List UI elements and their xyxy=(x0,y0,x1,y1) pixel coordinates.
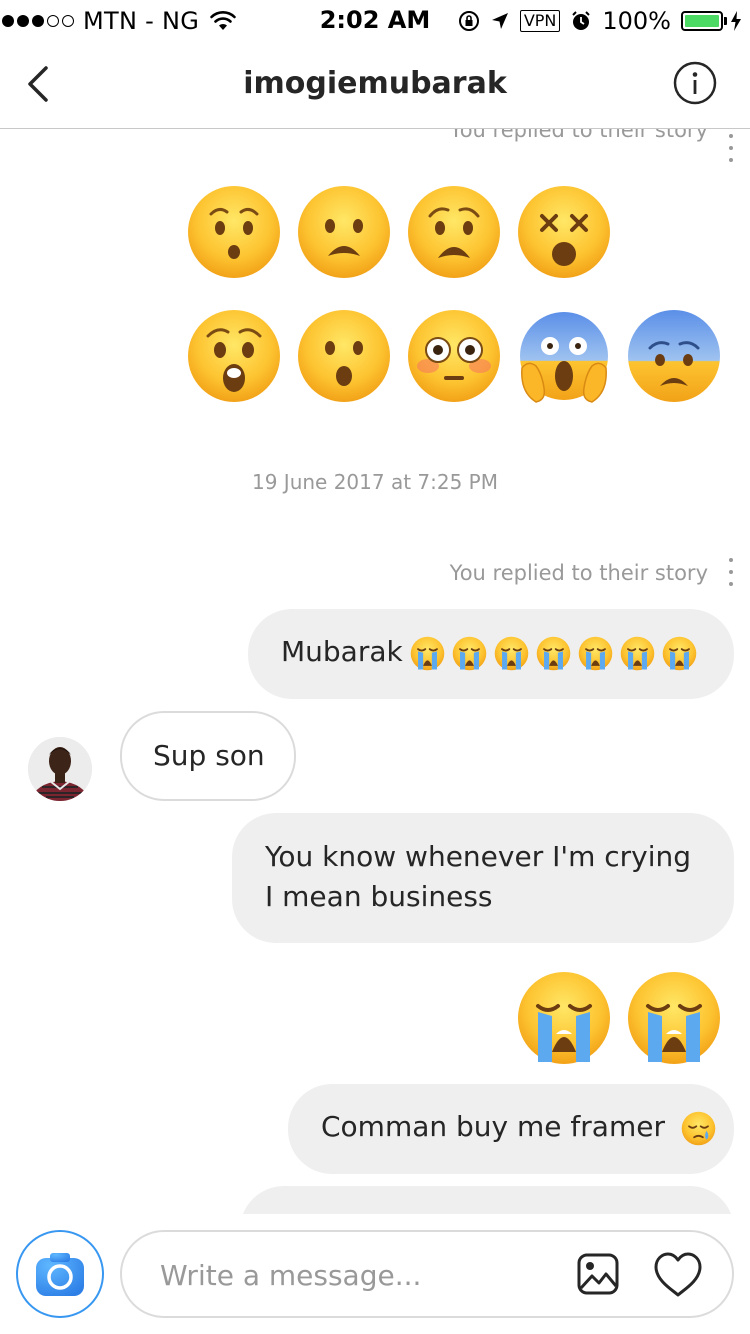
crying-emoji-icon xyxy=(578,636,613,670)
message-text: You know whenever I'm crying I mean busi… xyxy=(265,840,692,913)
vpn-badge: VPN xyxy=(519,10,561,32)
crying-emoji-icon xyxy=(662,636,697,670)
camera-icon xyxy=(36,1253,84,1296)
hushed-emoji-icon xyxy=(188,186,280,278)
crying-emoji-icon xyxy=(452,636,487,670)
story-reply-label: You replied to their story xyxy=(449,128,708,142)
heart-icon[interactable] xyxy=(652,1251,704,1299)
message-input-field[interactable] xyxy=(120,1230,734,1318)
rotation-lock-icon xyxy=(458,11,479,31)
frowning-emoji-icon xyxy=(298,186,390,278)
conversation-title[interactable]: imogiemubarak xyxy=(0,66,750,101)
location-icon xyxy=(491,13,508,29)
alarm-icon xyxy=(572,11,591,30)
message-timestamp: 19 June 2017 at 7:25 PM xyxy=(251,470,498,494)
outgoing-message-bubble[interactable]: Mubarak xyxy=(248,609,734,699)
battery-percentage: 100% xyxy=(602,7,671,35)
message-composer xyxy=(0,1214,750,1334)
crying-emoji-icon xyxy=(628,972,720,1064)
outgoing-message-bubble[interactable]: Comman buy me framer xyxy=(288,1084,734,1174)
anguished-emoji-icon xyxy=(408,186,500,278)
chat-header: imogiemubarak xyxy=(0,40,750,129)
dizzy-face-emoji-icon xyxy=(518,186,610,278)
crying-emoji-icon xyxy=(536,636,571,670)
open-mouth-emoji-icon xyxy=(298,310,390,402)
incoming-message-bubble[interactable]: Sup son xyxy=(120,711,296,801)
flushed-emoji-icon xyxy=(408,310,500,402)
message-text: Comman buy me framer xyxy=(321,1110,665,1143)
more-options-icon[interactable] xyxy=(729,558,735,594)
camera-button[interactable] xyxy=(16,1230,104,1318)
crying-emoji-strip xyxy=(403,635,697,670)
outgoing-message-bubble[interactable]: You know whenever I'm crying I mean busi… xyxy=(232,813,734,943)
crying-emoji-icon xyxy=(494,636,529,670)
crying-emoji-icon xyxy=(518,972,610,1064)
message-input[interactable] xyxy=(158,1250,562,1300)
image-icon[interactable] xyxy=(576,1252,620,1296)
info-icon[interactable] xyxy=(673,61,717,105)
avatar[interactable] xyxy=(28,737,92,801)
sleepy-emoji-icon xyxy=(681,1111,716,1145)
status-bar: MTN - NG 2:02 AM VPN 100% xyxy=(0,0,750,40)
message-text: Mubarak xyxy=(281,635,403,668)
scream-emoji-icon xyxy=(520,312,608,403)
outgoing-message-bubble[interactable] xyxy=(240,1186,734,1214)
crying-emoji-icon xyxy=(620,636,655,670)
message-text: Sup son xyxy=(153,739,265,772)
story-reply-label: You replied to their story xyxy=(449,561,708,585)
more-options-icon[interactable] xyxy=(729,134,735,170)
fearful-emoji-icon xyxy=(628,310,720,402)
charging-icon xyxy=(731,11,741,31)
status-right: VPN 100% xyxy=(448,6,742,36)
astonished-emoji-icon xyxy=(188,310,280,402)
message-thread[interactable]: You replied to their story 19 June 2017 … xyxy=(0,128,750,1214)
battery-icon xyxy=(681,11,727,31)
crying-emoji-icon xyxy=(410,636,445,670)
